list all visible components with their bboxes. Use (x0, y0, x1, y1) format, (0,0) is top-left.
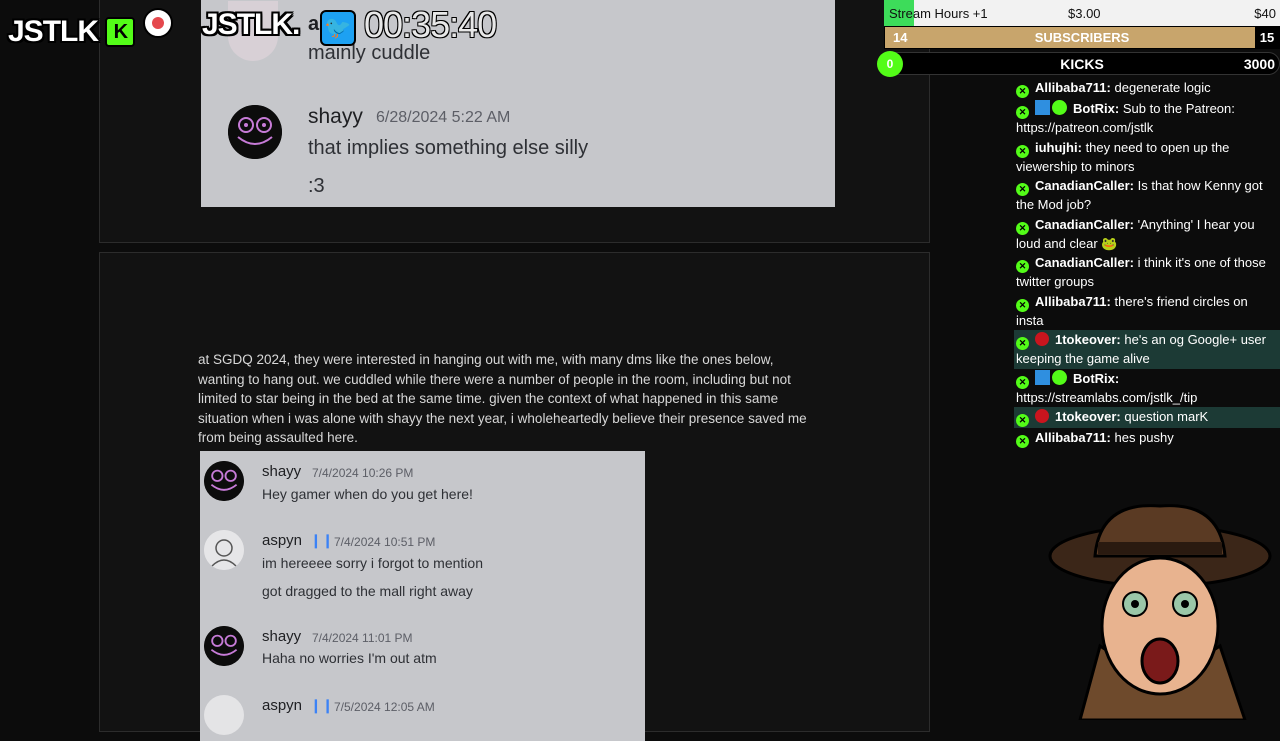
butterfly-icon: ❙❙ (310, 532, 334, 548)
kick-badge-icon: ✕ (1016, 260, 1029, 273)
stream-chat: ✕ Allibaba711: degenerate logic ✕ BotRix: S… (1014, 78, 1280, 449)
username: aspyn (262, 697, 303, 714)
username: shayy (262, 628, 302, 645)
butterfly-icon: ❙❙ (310, 697, 334, 713)
goal-current-value: $3.00 (1068, 6, 1101, 21)
avatar (204, 626, 244, 666)
kicks-goal-bar: 0 KICKS 3000 (877, 51, 1280, 77)
chat-text: https://streamlabs.com/jstlk_/tip (1016, 389, 1198, 405)
verified-badge-icon (1052, 369, 1067, 385)
subscribers-goal-bar: 14 SUBSCRIBERS 15 (884, 26, 1280, 49)
message-text: got dragged to the mall right away (262, 583, 473, 599)
chat-username: CanadianCaller: (1035, 216, 1134, 232)
kick-badge-icon: ✕ (1016, 144, 1029, 158)
timestamp: 7/4/2024 11:01 PM (312, 631, 413, 645)
avatar (204, 461, 244, 501)
chat-message: ✕ CanadianCaller: Is that how Kenny got t… (1014, 176, 1280, 215)
verified-badge-icon (1052, 100, 1067, 115)
avatar (204, 695, 244, 735)
chat-message: ✕ Allibaba711: degenerate logic (1014, 78, 1280, 99)
subscriber-badge-icon (1035, 332, 1049, 346)
goal-label: Stream Hours +1 (889, 6, 988, 21)
kick-badge-icon: ✕ (1016, 298, 1029, 312)
chat-message: ✕ CanadianCaller: i think it's one of tho… (1014, 253, 1280, 292)
kick-badge-icon: ✕ (1016, 85, 1029, 98)
chat-text: he's an og Google+ user keeping the game… (1016, 332, 1266, 366)
chat-message: ✕ Allibaba711: hes pushy (1014, 428, 1280, 449)
chat-username: Allibaba711: (1035, 80, 1111, 95)
discord-screenshot-bottom: shayy 7/4/2024 10:26 PM Hey gamer when d… (200, 451, 645, 741)
chat-message: ✕ BotRix: https://streamlabs.com/jstlk_/t… (1014, 369, 1280, 408)
chat-message: ✕ CanadianCaller: 'Anything' I hear you l… (1014, 215, 1280, 254)
chat-message: ✕ BotRix: Sub to the Patreon: https://pat… (1014, 99, 1280, 138)
chat-text: hes pushy (1114, 430, 1174, 445)
message-text: Haha no worries I'm out atm (262, 650, 437, 666)
stream-hours-goal-bar: Stream Hours +1 $3.00 $40 (884, 0, 1280, 26)
kick-logo-icon: K (105, 17, 136, 47)
chat-message: ✕ Allibaba711: there's friend circles on … (1014, 292, 1280, 331)
timestamp: 7/4/2024 10:51 PM (334, 535, 436, 549)
chat-username: CanadianCaller: (1035, 178, 1134, 193)
record-icon (142, 8, 173, 38)
subs-target: 15 (1255, 26, 1279, 49)
timestamp: 6/28/2024 5:22 AM (376, 109, 511, 126)
chat-username: CanadianCaller: (1035, 255, 1134, 270)
document-card-bottom: at SGDQ 2024, they were interested in ha… (99, 252, 930, 741)
channel-logo-right: JSTLK. (202, 8, 300, 41)
chat-username: BotRix: (1073, 370, 1120, 386)
message-text: Hey gamer when do you get here! (262, 486, 473, 502)
sketch-avatar-icon (204, 530, 244, 570)
twitter-bird-icon: 🐦 (320, 10, 356, 46)
chat-username: BotRix: (1073, 101, 1120, 116)
username: a (308, 13, 320, 35)
username: aspyn (262, 532, 303, 549)
frog-avatar-icon (204, 626, 244, 666)
body-paragraph: at SGDQ 2024, they were interested in ha… (198, 352, 807, 445)
frog-avatar-icon (228, 105, 282, 159)
bot-badge-icon (1035, 100, 1050, 115)
chat-text: degenerate logic (1114, 80, 1211, 95)
timestamp: 7/4/2024 10:26 PM (312, 466, 414, 480)
kick-badge-icon: ✕ (1016, 337, 1029, 350)
message-text: im hereeee sorry i forgot to mention (262, 555, 483, 571)
chat-message: ✕ iuhujhi: they need to open up the viewe… (1014, 138, 1280, 177)
avatar (204, 530, 244, 570)
goal-target-value: $40 (1254, 6, 1276, 21)
chat-username: Allibaba711: (1035, 293, 1111, 309)
chat-username: iuhujhi: (1035, 139, 1082, 155)
subscriber-badge-icon (1035, 409, 1049, 423)
kicks-label: KICKS (1060, 56, 1104, 72)
kick-badge-icon: ✕ (1016, 183, 1029, 196)
chat-username: Allibaba711: (1035, 430, 1111, 445)
message-text: that implies something else silly (308, 137, 589, 159)
kick-badge-icon: ✕ (1016, 375, 1029, 389)
kick-badge-icon: ✕ (1016, 221, 1029, 235)
message-text: :3 (308, 175, 325, 197)
subs-label: SUBSCRIBERS (1034, 30, 1130, 45)
bot-badge-icon (1035, 369, 1050, 385)
username: shayy (308, 105, 363, 128)
chat-message: ✕ 1tokeover: he's an og Google+ user keep… (1014, 330, 1280, 369)
frog-avatar-icon (204, 461, 244, 501)
kick-badge-icon: ✕ (1016, 435, 1029, 448)
channel-logo-left: JSTLK K (8, 8, 173, 49)
avatar (228, 105, 282, 159)
timestamp: 7/5/2024 12:05 AM (334, 700, 435, 714)
kick-badge-icon: ✕ (1016, 414, 1029, 427)
detective-avatar-icon (1048, 504, 1272, 722)
streamer-cartoon-avatar (1040, 496, 1280, 722)
kicks-target: 3000 (1243, 56, 1275, 72)
chat-username: 1tokeover: (1055, 409, 1121, 424)
kick-badge-icon: ✕ (1016, 106, 1029, 119)
chat-username: 1tokeover: (1055, 332, 1121, 347)
username: shayy (262, 463, 302, 480)
stream-timer: 00:35:40 (364, 4, 497, 45)
chat-text: question marK (1124, 409, 1209, 424)
chat-message: ✕ 1tokeover: question marK (1014, 407, 1280, 428)
